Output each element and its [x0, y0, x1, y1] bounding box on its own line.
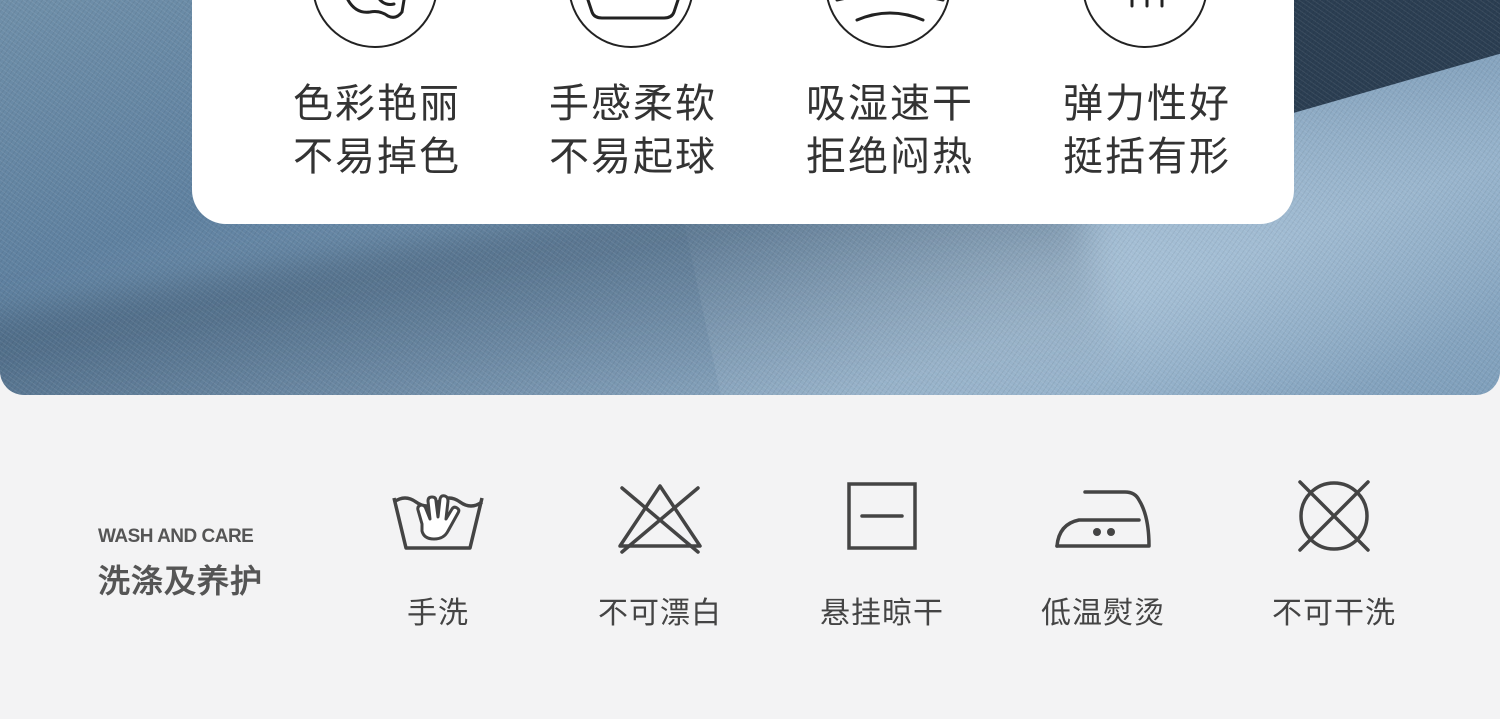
no-dry-clean-icon [1298, 480, 1370, 552]
soft-touch-icon [568, 0, 694, 48]
feature-elastic-line2: 挺括有形 [1063, 134, 1231, 180]
feature-soft-touch-line2: 不易起球 [549, 134, 717, 180]
feature-quick-dry-line2: 拒绝闷热 [806, 134, 974, 180]
line-dry-icon [847, 482, 917, 550]
care-item-line-dry: 悬挂晾干 [782, 476, 982, 631]
feature-card: 色彩艳丽 不易掉色 手感柔软 不易起球 吸湿速干 拒绝闷热 弹力性好 挺括有形 [192, 0, 1294, 224]
feature-elastic-line1: 弹力性好 [1063, 81, 1231, 127]
care-title: WASH AND CARE 洗涤及养护 [98, 526, 263, 602]
care-title-zh: 洗涤及养护 [98, 562, 264, 600]
care-label-hand-wash: 手洗 [407, 596, 469, 631]
care-label-no-dry-clean: 不可干洗 [1272, 596, 1396, 631]
care-item-hand-wash: 手洗 [338, 476, 538, 631]
care-label-line-dry: 悬挂晾干 [820, 596, 944, 631]
feature-colorfast-line2: 不易掉色 [293, 134, 461, 180]
care-item-no-dry-clean: 不可干洗 [1234, 476, 1434, 631]
low-iron-icon [1055, 490, 1151, 548]
feature-colorfast-line1: 色彩艳丽 [293, 81, 461, 127]
care-label-no-bleach: 不可漂白 [598, 596, 722, 631]
care-item-no-bleach: 不可漂白 [560, 476, 760, 631]
care-item-low-iron: 低温熨烫 [1003, 476, 1203, 631]
feature-quick-dry-line1: 吸湿速干 [806, 81, 974, 127]
elastic-icon [1082, 0, 1208, 48]
colorfast-icon [312, 0, 438, 48]
care-title-en: WASH AND CARE [98, 526, 254, 547]
hand-wash-icon [392, 494, 484, 550]
feature-soft-touch-line1: 手感柔软 [549, 81, 717, 127]
no-bleach-icon [618, 484, 702, 554]
quick-dry-icon [825, 0, 951, 48]
care-label-low-iron: 低温熨烫 [1041, 596, 1165, 631]
